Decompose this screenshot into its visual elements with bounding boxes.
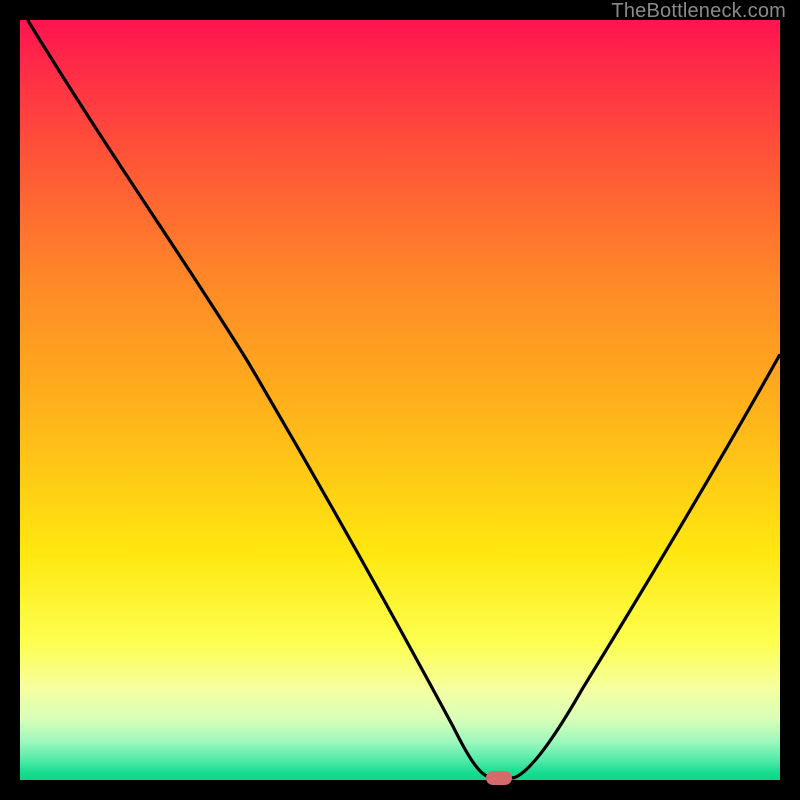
chart-frame: TheBottleneck.com	[20, 20, 780, 780]
plot-area	[20, 20, 780, 780]
curve-path	[28, 20, 780, 778]
bottleneck-curve	[20, 20, 780, 780]
minimum-marker	[486, 771, 512, 785]
